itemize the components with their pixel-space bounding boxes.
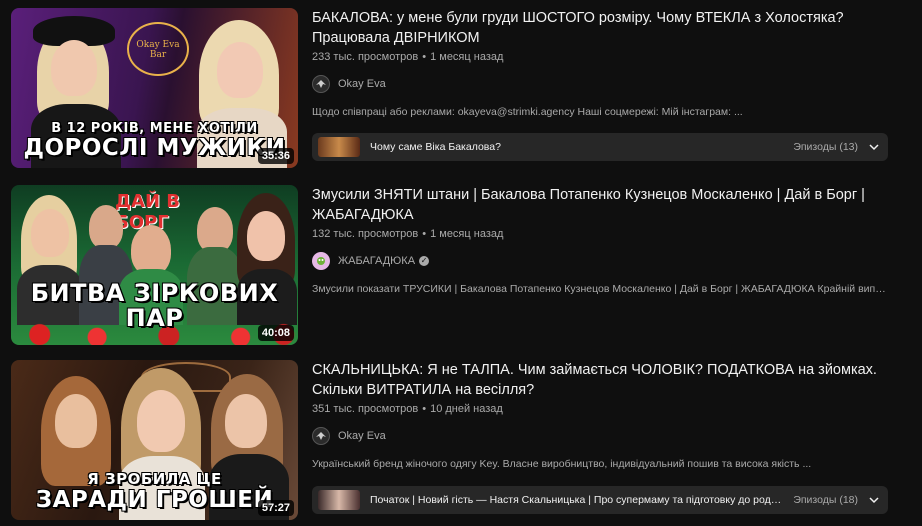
channel-avatar[interactable] xyxy=(312,75,330,93)
thumbnail-face xyxy=(55,394,97,448)
video-meta: Змусили ЗНЯТИ штани | Бакалова Потапенко… xyxy=(312,185,902,295)
frog-logo-icon xyxy=(317,257,325,265)
channel-name[interactable]: Okay Eva xyxy=(338,430,386,442)
video-meta: БАКАЛОВА: у мене були груди ШОСТОГО розм… xyxy=(312,8,902,118)
video-title[interactable]: СКАЛЬНИЦЬКА: Я не ТАЛПА. Чим займається … xyxy=(312,360,902,400)
thumbnail-headline: БИТВА ЗІРКОВИХ ПАР xyxy=(30,278,279,332)
thumbnail-face xyxy=(89,205,123,249)
video-thumbnail[interactable]: Okay Eva Bar В 12 РОКІВ, МЕНЕ ХОТІЛИ ДОР… xyxy=(11,8,298,168)
neon-sign: Okay Eva Bar xyxy=(127,22,189,76)
upload-age: 10 дней назад xyxy=(430,403,503,415)
channel-row[interactable]: Okay Eva xyxy=(312,426,902,446)
thumbnail-face xyxy=(137,390,185,452)
episodes-bar[interactable]: Чому саме Віка Бакалова? Эпизоды (13) xyxy=(312,133,888,161)
check-badge-icon: ✓ xyxy=(419,256,430,266)
search-results-list: Okay Eva Bar В 12 РОКІВ, МЕНЕ ХОТІЛИ ДОР… xyxy=(0,0,922,526)
view-count: 351 тыс. просмотров xyxy=(312,403,419,415)
thumbnail-face xyxy=(217,42,263,98)
video-title[interactable]: Змусили ЗНЯТИ штани | Бакалова Потапенко… xyxy=(312,185,902,225)
thumbnail-face xyxy=(225,394,267,448)
thumbnail-headline: В 12 РОКІВ, МЕНЕ ХОТІЛИ ДОРОСЛІ МУЖИКИ xyxy=(23,121,286,161)
episodes-bar[interactable]: Початок | Новий гість — Настя Скальницьк… xyxy=(312,486,888,514)
channel-name[interactable]: ЖАБАГАДЮКА xyxy=(338,255,415,267)
thumbnail-face xyxy=(51,40,97,96)
thumbnail-face xyxy=(247,211,285,261)
channel-avatar[interactable] xyxy=(312,427,330,445)
video-thumbnail[interactable]: ДАЙ В БОРГ БИТВА ЗІРКОВИХ ПАР 40:08 xyxy=(11,185,298,345)
separator-dot: • xyxy=(422,51,427,63)
video-thumbnail[interactable]: Я ЗРОБИЛА ЦЕ ЗАРАДИ ГРОШЕЙ 57:27 xyxy=(11,360,298,520)
episode-title: Початок | Новий гість — Настя Скальницьк… xyxy=(370,494,784,506)
duration-badge: 57:27 xyxy=(257,500,294,516)
view-count: 132 тыс. просмотров xyxy=(312,228,419,240)
video-description: Український бренд жіночого одягу Key. Вл… xyxy=(312,458,812,470)
video-title[interactable]: БАКАЛОВА: у мене були груди ШОСТОГО розм… xyxy=(312,8,902,48)
video-meta: СКАЛЬНИЦЬКА: Я не ТАЛПА. Чим займається … xyxy=(312,360,902,470)
episode-thumbnail xyxy=(318,137,360,157)
episode-count: Эпизоды (13) xyxy=(793,141,858,153)
episode-count: Эпизоды (18) xyxy=(793,494,858,506)
duration-badge: 40:08 xyxy=(257,325,294,341)
thumbnail-face xyxy=(31,209,69,257)
eagle-logo-icon xyxy=(316,80,326,88)
video-stats: 233 тыс. просмотров • 1 месяц назад xyxy=(312,51,902,63)
show-logo: ДАЙ В БОРГ xyxy=(115,191,181,233)
episode-thumbnail xyxy=(318,490,360,510)
upload-age: 1 месяц назад xyxy=(430,51,504,63)
thumbnail-headline: Я ЗРОБИЛА ЦЕ ЗАРАДИ ГРОШЕЙ xyxy=(35,470,274,513)
video-result[interactable]: ДАЙ В БОРГ БИТВА ЗІРКОВИХ ПАР 40:08 Змус… xyxy=(0,185,922,345)
video-stats: 351 тыс. просмотров • 10 дней назад xyxy=(312,403,902,415)
channel-avatar[interactable] xyxy=(312,252,330,270)
video-stats: 132 тыс. просмотров • 1 месяц назад xyxy=(312,228,902,240)
thumbnail-face xyxy=(131,225,171,275)
episode-title: Чому саме Віка Бакалова? xyxy=(370,141,501,153)
separator-dot: • xyxy=(422,228,427,240)
channel-row[interactable]: Okay Eva xyxy=(312,74,902,94)
chevron-down-icon[interactable] xyxy=(868,494,880,506)
channel-row[interactable]: ЖАБАГАДЮКА ✓ xyxy=(312,251,902,271)
chevron-down-icon[interactable] xyxy=(868,141,880,153)
view-count: 233 тыс. просмотров xyxy=(312,51,419,63)
duration-badge: 35:36 xyxy=(257,148,294,164)
channel-name[interactable]: Okay Eva xyxy=(338,78,386,90)
video-description: Щодо співпраці або реклами: okayeva@stri… xyxy=(312,106,743,118)
video-result[interactable]: Okay Eva Bar В 12 РОКІВ, МЕНЕ ХОТІЛИ ДОР… xyxy=(0,8,922,168)
separator-dot: • xyxy=(422,403,427,415)
video-result[interactable]: Я ЗРОБИЛА ЦЕ ЗАРАДИ ГРОШЕЙ 57:27 СКАЛЬНИ… xyxy=(0,360,922,520)
upload-age: 1 месяц назад xyxy=(430,228,504,240)
eagle-logo-icon xyxy=(316,432,326,440)
video-description: Змусили показати ТРУСИКИ | Бакалова Пота… xyxy=(312,283,890,295)
